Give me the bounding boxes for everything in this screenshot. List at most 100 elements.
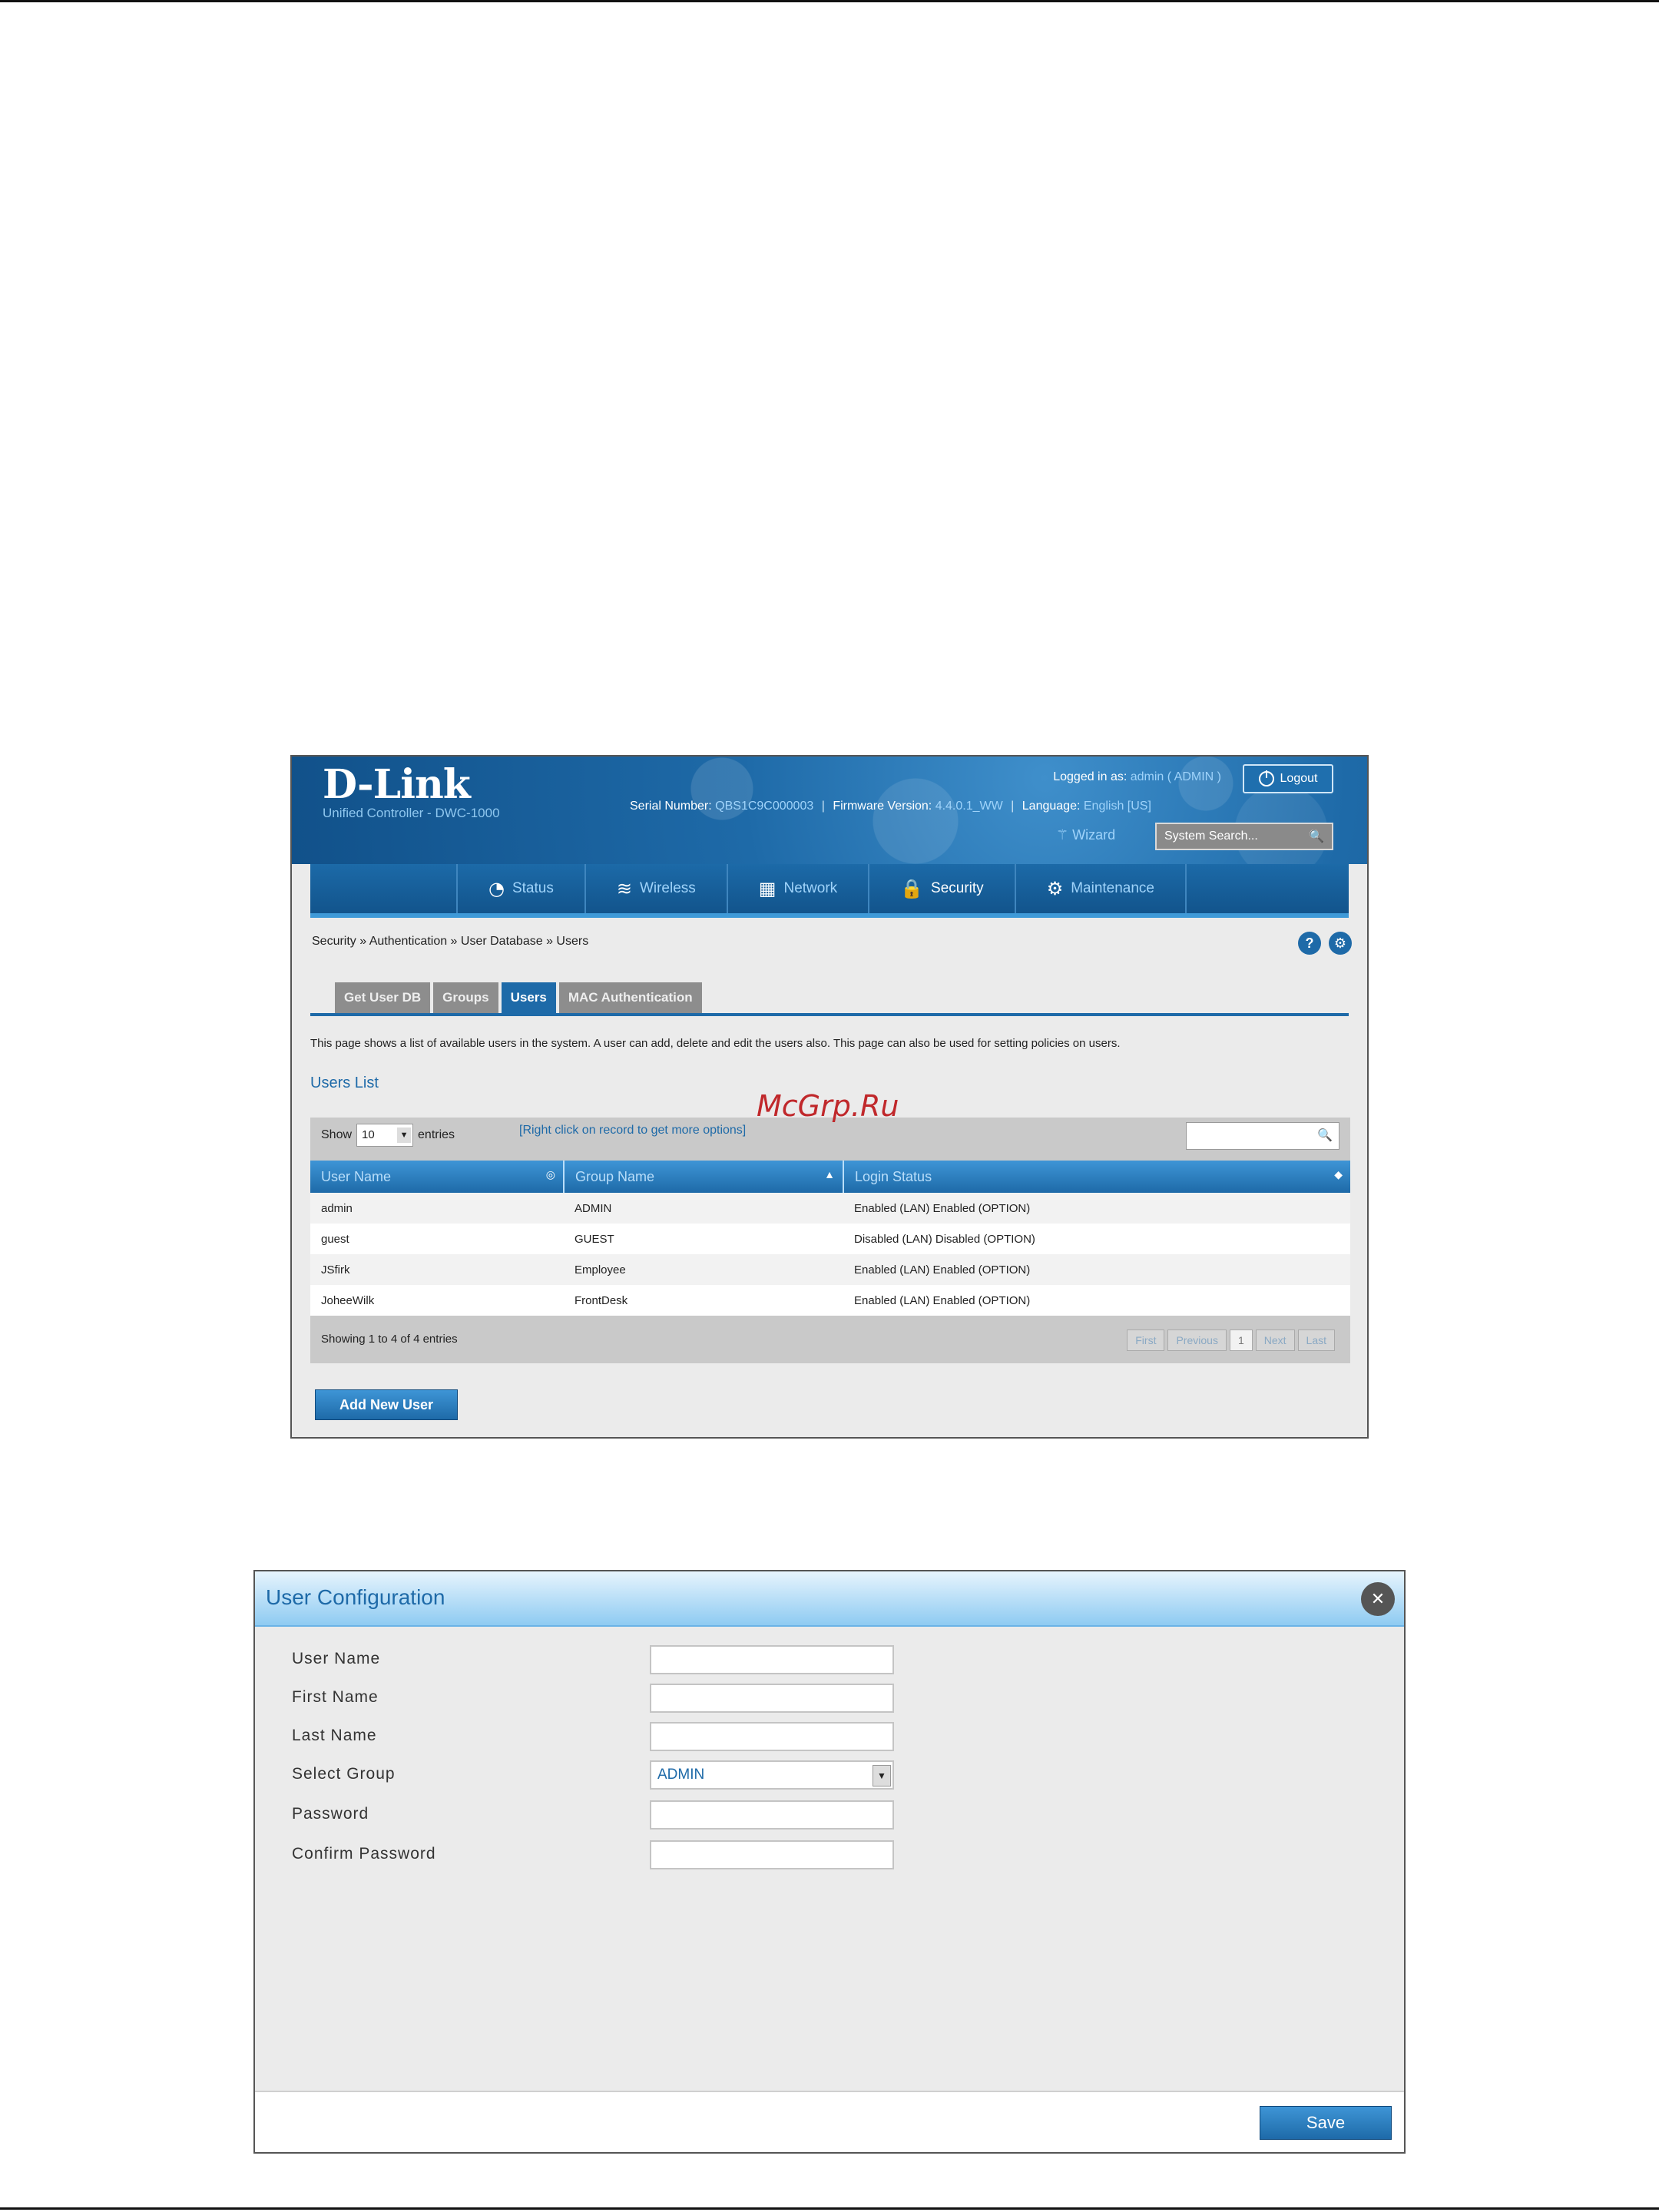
system-search-input[interactable]: System Search... 🔍 (1155, 823, 1333, 850)
nav-wireless[interactable]: ≋ Wireless (584, 864, 727, 913)
cell-user: guest (310, 1224, 564, 1254)
last-page-button[interactable]: Last (1297, 1330, 1335, 1351)
right-click-hint: [Right click on record to get more optio… (519, 1124, 747, 1137)
nav-maintenance-label: Maintenance (1071, 880, 1154, 896)
tab-groups[interactable]: Groups (433, 982, 498, 1013)
confirm-password-field[interactable] (650, 1840, 894, 1869)
nav-network[interactable]: ▦ Network (726, 864, 868, 913)
logged-in-user[interactable]: admin ( ADMIN ) (1131, 770, 1221, 783)
add-new-user-button[interactable]: Add New User (315, 1389, 458, 1420)
user-configuration-dialog: User Configuration ✕ User Name First Nam… (253, 1570, 1406, 2154)
product-subtitle: Unified Controller - DWC-1000 (323, 806, 500, 820)
save-button[interactable]: Save (1260, 2106, 1392, 2140)
previous-page-button[interactable]: Previous (1167, 1330, 1227, 1351)
chevron-down-icon: ▼ (873, 1765, 891, 1786)
gears-icon: ⚙ (1046, 878, 1064, 899)
dialog-header: User Configuration ✕ (255, 1571, 1404, 1627)
column-group-name[interactable]: Group Name ▲ (564, 1161, 844, 1193)
showing-entries-text: Showing 1 to 4 of 4 entries (321, 1333, 458, 1346)
tab-mac-authentication[interactable]: MAC Authentication (558, 982, 702, 1013)
nav-wireless-label: Wireless (639, 880, 696, 896)
nav-maintenance[interactable]: ⚙ Maintenance (1014, 864, 1187, 913)
close-icon[interactable]: ✕ (1361, 1582, 1395, 1616)
logout-button[interactable]: Logout (1243, 764, 1333, 793)
sort-icon: ◆ (1334, 1168, 1343, 1181)
tab-underline (310, 1013, 1349, 1016)
logout-label: Logout (1280, 772, 1318, 785)
wizard-label: Wizard (1072, 827, 1116, 843)
system-search-placeholder: System Search... (1164, 830, 1258, 843)
entries-label: entries (418, 1128, 455, 1141)
column-login-status-label: Login Status (855, 1168, 932, 1184)
table-row[interactable]: guest GUEST Disabled (LAN) Disabled (OPT… (310, 1224, 1350, 1254)
lock-icon: 🔒 (900, 878, 924, 899)
nav-status[interactable]: ◔ Status (456, 864, 584, 913)
nav-security-label: Security (931, 880, 984, 896)
nav-network-label: Network (783, 880, 838, 896)
user-name-label: User Name (292, 1650, 381, 1667)
serial-label: Serial Number: (630, 800, 712, 813)
confirm-password-label: Confirm Password (292, 1845, 436, 1863)
first-page-button[interactable]: First (1127, 1330, 1165, 1351)
table-row[interactable]: JoheeWilk FrontDesk Enabled (LAN) Enable… (310, 1285, 1350, 1316)
power-icon (1258, 770, 1274, 786)
select-group-dropdown[interactable]: ADMIN ▼ (650, 1760, 894, 1790)
login-info: Logged in as: admin ( ADMIN ) (1053, 770, 1221, 784)
help-icon[interactable]: ? (1298, 932, 1321, 955)
wizard-link[interactable]: ⚚ Wizard (1056, 827, 1115, 843)
search-icon[interactable]: 🔍 (1309, 829, 1324, 844)
column-login-status[interactable]: Login Status ◆ (843, 1161, 1350, 1193)
users-list-title: Users List (310, 1075, 379, 1091)
language-value[interactable]: English [US] (1084, 800, 1151, 813)
last-name-field[interactable] (650, 1722, 894, 1751)
cell-status: Enabled (LAN) Enabled (OPTION) (843, 1285, 1350, 1316)
cell-group: Employee (564, 1254, 843, 1285)
settings-icon[interactable]: ⚙ (1329, 932, 1352, 955)
dialog-title: User Configuration (266, 1585, 445, 1609)
pagination: First Previous 1 Next Last (1127, 1330, 1335, 1351)
select-group-value: ADMIN (657, 1767, 705, 1783)
page-number-button[interactable]: 1 (1229, 1330, 1253, 1351)
password-label: Password (292, 1805, 369, 1823)
password-field[interactable] (650, 1800, 894, 1830)
network-icon: ▦ (758, 878, 777, 899)
users-table-panel: Show 10 ▼ entries [Right click on record… (310, 1118, 1350, 1363)
entries-count-select[interactable]: 10 ▼ (356, 1124, 414, 1147)
watermark-text: McGrp.Ru (757, 1089, 899, 1123)
entries-count-value: 10 (362, 1128, 375, 1141)
page-bottom-rule (0, 2207, 1659, 2210)
page-top-rule (0, 0, 1659, 2)
next-page-button[interactable]: Next (1255, 1330, 1295, 1351)
dialog-footer: Save (255, 2091, 1404, 2152)
app-header: D-Link Unified Controller - DWC-1000 Log… (292, 757, 1367, 864)
table-row[interactable]: admin ADMIN Enabled (LAN) Enabled (OPTIO… (310, 1193, 1350, 1224)
form-row-user-name: User Name (292, 1645, 1060, 1676)
form-row-last-name: Last Name (292, 1722, 1060, 1753)
wifi-icon: ≋ (616, 878, 632, 899)
last-name-label: Last Name (292, 1727, 377, 1744)
nav-security[interactable]: 🔒 Security (868, 864, 1015, 913)
cell-status: Disabled (LAN) Disabled (OPTION) (843, 1224, 1350, 1254)
cell-group: ADMIN (564, 1193, 843, 1224)
tab-get-user-db[interactable]: Get User DB (335, 982, 431, 1013)
cell-user: JSfirk (310, 1254, 564, 1285)
system-info: Serial Number: QBS1C9C000003 | Firmware … (630, 800, 1151, 813)
cell-group: GUEST (564, 1224, 843, 1254)
serial-value: QBS1C9C000003 (715, 800, 814, 813)
cell-user: admin (310, 1193, 564, 1224)
first-name-field[interactable] (650, 1684, 894, 1713)
table-row[interactable]: JSfirk Employee Enabled (LAN) Enabled (O… (310, 1254, 1350, 1285)
chevron-down-icon: ▼ (397, 1128, 412, 1143)
wand-icon: ⚚ (1056, 827, 1069, 843)
language-label: Language: (1022, 800, 1081, 813)
user-name-field[interactable] (650, 1645, 894, 1674)
nav-status-label: Status (512, 880, 554, 896)
column-user-name[interactable]: User Name ◎ (310, 1161, 565, 1193)
select-group-label: Select Group (292, 1765, 396, 1783)
form-row-select-group: Select Group ADMIN ▼ (292, 1760, 1060, 1791)
column-group-name-label: Group Name (575, 1168, 655, 1184)
tab-users[interactable]: Users (501, 982, 556, 1013)
form-row-password: Password (292, 1800, 1060, 1831)
table-search-input[interactable]: 🔍 (1186, 1122, 1339, 1150)
firmware-label: Firmware Version: (833, 800, 932, 813)
